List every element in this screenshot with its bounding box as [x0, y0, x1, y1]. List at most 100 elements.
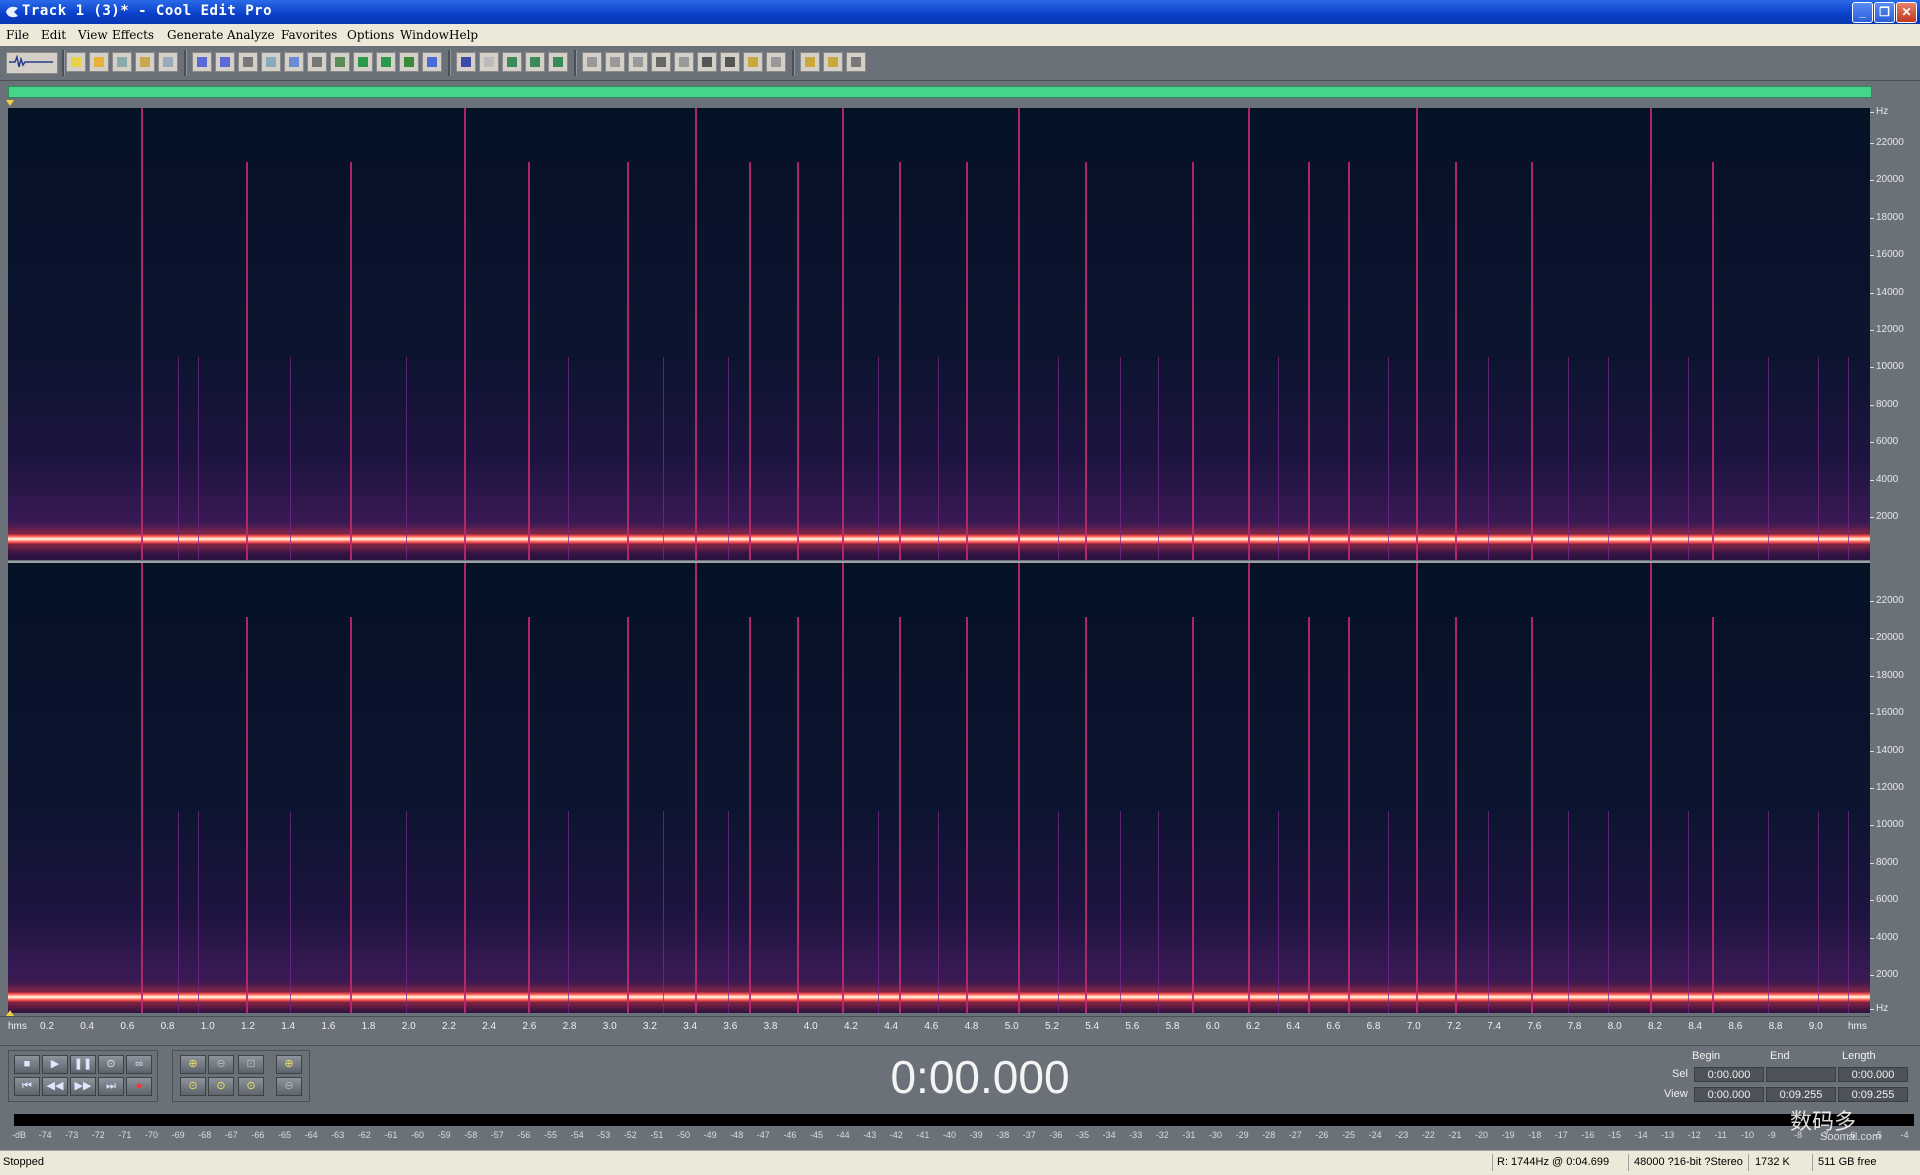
play-button[interactable]: ▶ [42, 1055, 68, 1074]
transient-line [966, 162, 968, 560]
play-to-end-button[interactable]: ⊙ [98, 1055, 124, 1074]
cut-icon[interactable] [238, 52, 258, 72]
menu-edit[interactable]: Edit [41, 28, 66, 42]
clip-icon[interactable] [376, 52, 396, 72]
mix-paste-icon[interactable] [330, 52, 350, 72]
zoom-in-vertical-icon[interactable]: ⊕ [276, 1055, 302, 1074]
toolbar-separator [574, 50, 577, 76]
level-meter[interactable]: -dB -74 -73 -72 -71 -70 -69 -68 -67 -66 -65 -64 -63 -… [8, 1110, 1920, 1146]
new-file-icon[interactable] [66, 52, 86, 72]
meter-tick-label: -64 [304, 1130, 318, 1140]
copy-icon[interactable] [261, 52, 281, 72]
sel-length-field[interactable]: 0:00.000 [1838, 1067, 1908, 1082]
save-icon[interactable] [112, 52, 132, 72]
time-tick-label: 2.0 [401, 1021, 416, 1032]
zoom-icon[interactable] [674, 52, 694, 72]
spectral-pan-icon[interactable] [502, 52, 522, 72]
redo-icon[interactable] [215, 52, 235, 72]
multitrack-toggle-button[interactable] [6, 52, 58, 74]
time-tick-label: 5.4 [1085, 1021, 1100, 1032]
insert-icon[interactable] [353, 52, 373, 72]
sel-end-field[interactable] [1766, 1067, 1836, 1082]
info-icon[interactable] [720, 52, 740, 72]
rewind-button[interactable]: ◀◀ [42, 1077, 68, 1096]
zoom-left-icon[interactable]: ⊙ [180, 1077, 206, 1096]
panel-icon[interactable] [766, 52, 786, 72]
status-format: 48000 ?16-bit ?Stereo [1634, 1156, 1743, 1168]
zoom-full-icon[interactable]: ⊡ [238, 1055, 264, 1074]
restore-button[interactable]: ❐ [1874, 2, 1895, 23]
time-tick-label: 6.4 [1286, 1021, 1301, 1032]
time-tick-label: 8.4 [1688, 1021, 1703, 1032]
settings-icon[interactable] [743, 52, 763, 72]
go-to-start-button[interactable]: ⏮ [14, 1077, 40, 1096]
zoom-out-icon[interactable]: ⊖ [208, 1055, 234, 1074]
waveform-view-icon[interactable] [456, 52, 476, 72]
loop-button[interactable]: ∞ [126, 1055, 152, 1074]
meter-tick-label: -58 [464, 1130, 478, 1140]
save-as-icon[interactable] [135, 52, 155, 72]
zoom-selection-icon[interactable]: ⊙ [238, 1077, 264, 1096]
menu-analyze[interactable]: Analyze [227, 28, 275, 42]
transient-line [1192, 617, 1194, 1013]
sel-begin-field[interactable]: 0:00.000 [1694, 1067, 1764, 1082]
meter-tick-label: -14 [1634, 1130, 1648, 1140]
zoom-right-icon[interactable]: ⊙ [208, 1077, 234, 1096]
view-length-field[interactable]: 0:09.255 [1838, 1087, 1908, 1102]
pause-button[interactable]: ❚❚ [70, 1055, 96, 1074]
window-icon[interactable] [628, 52, 648, 72]
transient-line [966, 617, 968, 1013]
stop-button[interactable]: ■ [14, 1055, 40, 1074]
fast-forward-button[interactable]: ▶▶ [70, 1077, 96, 1096]
spectral-phase-icon[interactable] [525, 52, 545, 72]
time-tick-label: 4.2 [844, 1021, 858, 1032]
paste-icon[interactable] [284, 52, 304, 72]
menu-favorites[interactable]: Favorites [281, 28, 337, 42]
zoom-selection-icon[interactable] [422, 52, 442, 72]
view-begin-field[interactable]: 0:00.000 [1694, 1087, 1764, 1102]
close-button[interactable]: ✕ [1896, 2, 1917, 23]
undo-icon[interactable] [192, 52, 212, 72]
gear-icon[interactable] [800, 52, 820, 72]
menu-effects[interactable]: Effects [112, 28, 154, 42]
time-tick-label: 7.6 [1527, 1021, 1542, 1032]
zoom-out-vertical-icon[interactable]: ⊖ [276, 1077, 302, 1096]
go-to-end-button[interactable]: ⏭ [98, 1077, 124, 1096]
menu-window[interactable]: Window [400, 28, 449, 42]
minimize-button[interactable]: _ [1852, 2, 1873, 23]
marker-icon[interactable] [399, 52, 419, 72]
transient-line [1158, 811, 1159, 1013]
window-icon[interactable] [582, 52, 602, 72]
display-icon[interactable] [548, 52, 568, 72]
time-ruler-unit-end: hms [1848, 1021, 1867, 1032]
window-icon[interactable] [605, 52, 625, 72]
menu-view[interactable]: View [78, 28, 108, 42]
menu-generate[interactable]: Generate [167, 28, 223, 42]
zoom-in-icon[interactable]: ⊕ [180, 1055, 206, 1074]
menu-options[interactable]: Options [347, 28, 394, 42]
time-ruler[interactable]: hms hms 0.2 0.4 0.6 0.8 1.0 1.2 1.4 1.6 1.8 2.0 2.… [0, 1016, 1870, 1037]
meter-tick-label: -29 [1235, 1130, 1249, 1140]
view-end-field[interactable]: 0:09.255 [1766, 1087, 1836, 1102]
spectral-view-right-channel[interactable] [8, 563, 1870, 1013]
open-file-icon[interactable] [89, 52, 109, 72]
status-separator [1812, 1154, 1813, 1171]
spectral-view-left-channel[interactable] [8, 108, 1870, 560]
start-marker-icon[interactable] [6, 100, 14, 106]
help-icon[interactable] [846, 52, 866, 72]
overview-bar[interactable] [8, 86, 1872, 98]
meter-tick-label: -16 [1581, 1130, 1595, 1140]
time-tick-label: 3.8 [763, 1021, 778, 1032]
meter-tick-label: -74 [38, 1130, 52, 1140]
close-file-icon[interactable] [158, 52, 178, 72]
play-list-icon[interactable] [651, 52, 671, 72]
meter-tick-label: -67 [224, 1130, 238, 1140]
spectral-view-icon[interactable] [479, 52, 499, 72]
trim-icon[interactable] [307, 52, 327, 72]
record-button[interactable]: ● [126, 1077, 152, 1096]
meter-tick-label: -69 [171, 1130, 185, 1140]
bits-icon[interactable] [697, 52, 717, 72]
menu-file[interactable]: File [6, 28, 29, 42]
menu-help[interactable]: Help [449, 28, 478, 42]
favorites-icon[interactable] [823, 52, 843, 72]
